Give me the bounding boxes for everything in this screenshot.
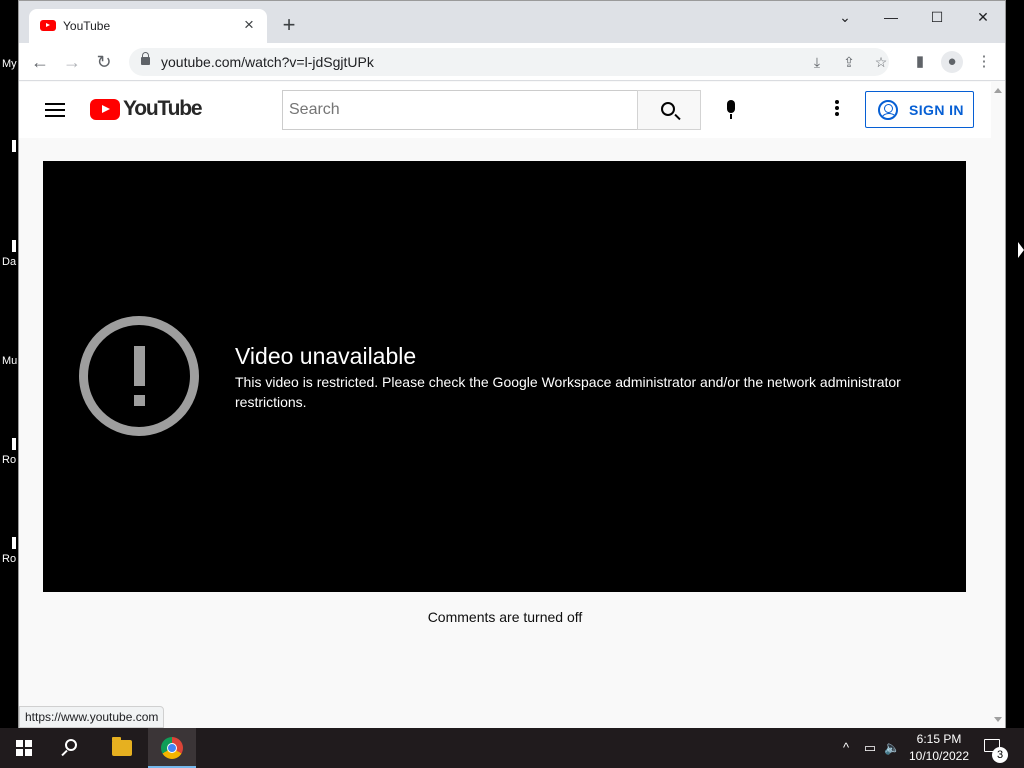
desktop-icon[interactable]: Ro — [2, 438, 18, 466]
error-title: Video unavailable — [235, 343, 417, 369]
desktop-file-icon — [12, 438, 16, 450]
scroll-up-arrow-icon[interactable] — [994, 88, 1002, 93]
desktop-file-icon — [12, 240, 16, 252]
desktop-icon[interactable]: Ro — [2, 537, 18, 565]
back-button[interactable]: ← — [27, 49, 53, 75]
notifications-button[interactable]: 3 — [980, 728, 1016, 768]
sign-in-label: SIGN IN — [909, 102, 964, 118]
lock-icon[interactable] — [141, 52, 150, 65]
comments-notice: Comments are turned off — [427, 609, 583, 625]
desktop-icon-label: Ro — [2, 454, 17, 466]
notification-count-badge: 3 — [992, 747, 1008, 763]
close-window-button[interactable]: ✕ — [963, 5, 1003, 29]
desktop-icon[interactable]: Mu — [2, 355, 18, 367]
scroll-down-arrow-icon[interactable] — [994, 717, 1002, 722]
profile-icon[interactable]: ● — [941, 51, 963, 73]
search-button[interactable] — [637, 90, 701, 130]
hamburger-menu-icon[interactable] — [43, 99, 67, 121]
folder-icon — [112, 737, 132, 756]
desktop-icon[interactable] — [2, 140, 18, 156]
voice-search-button[interactable] — [711, 90, 751, 130]
clock-time[interactable]: 6:15 PM — [904, 732, 974, 746]
tab-search-button[interactable]: ⌄ — [825, 5, 865, 29]
reload-button[interactable]: ↻ — [91, 49, 117, 75]
desktop-file-icon — [12, 537, 16, 549]
mouse-cursor — [1018, 242, 1024, 258]
desktop-icon-label: Mu — [2, 355, 18, 367]
search-icon — [65, 739, 77, 751]
chrome-taskbar-button[interactable] — [148, 728, 196, 768]
taskbar: ^ ▭ 🔈 6:15 PM 10/10/2022 3 — [0, 728, 1024, 768]
side-panel-icon[interactable]: ▮ — [909, 51, 931, 73]
start-button[interactable] — [0, 728, 48, 768]
taskbar-search-button[interactable] — [48, 728, 96, 768]
address-bar[interactable]: youtube.com/watch?v=l-jdSgjtUPk ⤓ ⇪ ☆ — [129, 48, 889, 76]
desktop-icon[interactable]: My — [2, 58, 18, 70]
settings-more-icon[interactable] — [827, 98, 847, 122]
windows-logo-icon — [16, 740, 32, 756]
volume-icon[interactable]: 🔈 — [884, 738, 900, 758]
desktop-icon-label: My — [2, 58, 17, 70]
minimize-button[interactable]: — — [871, 5, 911, 29]
microphone-icon — [727, 100, 735, 113]
desktop-icon[interactable]: Da — [2, 240, 18, 268]
desktop-icon-label: Da — [2, 256, 17, 268]
youtube-header: YouTube SIGN IN — [19, 82, 991, 138]
clock-date[interactable]: 10/10/2022 — [904, 749, 974, 763]
tab-title: YouTube — [63, 19, 111, 33]
share-icon[interactable]: ⇪ — [839, 52, 859, 72]
tab-youtube[interactable]: YouTube × — [29, 9, 267, 43]
page-scrollbar[interactable] — [991, 82, 1005, 728]
user-circle-icon — [878, 100, 898, 120]
maximize-button[interactable]: ☐ — [917, 5, 957, 29]
youtube-logo[interactable]: YouTube — [90, 97, 203, 122]
youtube-logo-text: YouTube — [123, 97, 203, 120]
new-tab-button[interactable]: + — [277, 13, 301, 37]
youtube-favicon-icon — [40, 20, 56, 31]
desktop-file-icon — [12, 140, 16, 152]
close-icon[interactable]: × — [239, 15, 259, 35]
exclamation-circle-icon — [79, 316, 199, 436]
tray-chevron-up-icon[interactable]: ^ — [838, 738, 854, 758]
status-bar-url: https://www.youtube.com — [19, 706, 165, 728]
install-app-icon[interactable]: ⤓ — [807, 52, 827, 72]
file-explorer-button[interactable] — [99, 728, 145, 768]
youtube-play-icon — [90, 99, 120, 120]
tab-strip: YouTube × + ⌄ — ☐ ✕ — [19, 1, 1005, 43]
browser-window: YouTube × + ⌄ — ☐ ✕ ← → ↻ youtube.com/wa… — [18, 0, 1006, 728]
search-input[interactable] — [282, 90, 638, 130]
forward-button[interactable]: → — [59, 49, 85, 75]
browser-menu-icon[interactable]: ⋮ — [973, 51, 995, 73]
network-icon[interactable]: ▭ — [862, 738, 878, 758]
desktop-icon-label: Ro — [2, 553, 17, 565]
sign-in-button[interactable]: SIGN IN — [865, 91, 974, 128]
url-text[interactable]: youtube.com/watch?v=l-jdSgjtUPk — [161, 54, 374, 70]
chrome-icon — [161, 737, 183, 759]
error-message: This video is restricted. Please check t… — [235, 374, 901, 410]
search-icon — [661, 102, 675, 116]
bookmark-star-icon[interactable]: ☆ — [871, 52, 891, 72]
browser-toolbar: ← → ↻ youtube.com/watch?v=l-jdSgjtUPk ⤓ … — [19, 43, 1005, 81]
video-player[interactable]: Video unavailable This video is restrict… — [43, 161, 966, 592]
youtube-page: YouTube SIGN IN Video unavailable This — [19, 82, 991, 728]
